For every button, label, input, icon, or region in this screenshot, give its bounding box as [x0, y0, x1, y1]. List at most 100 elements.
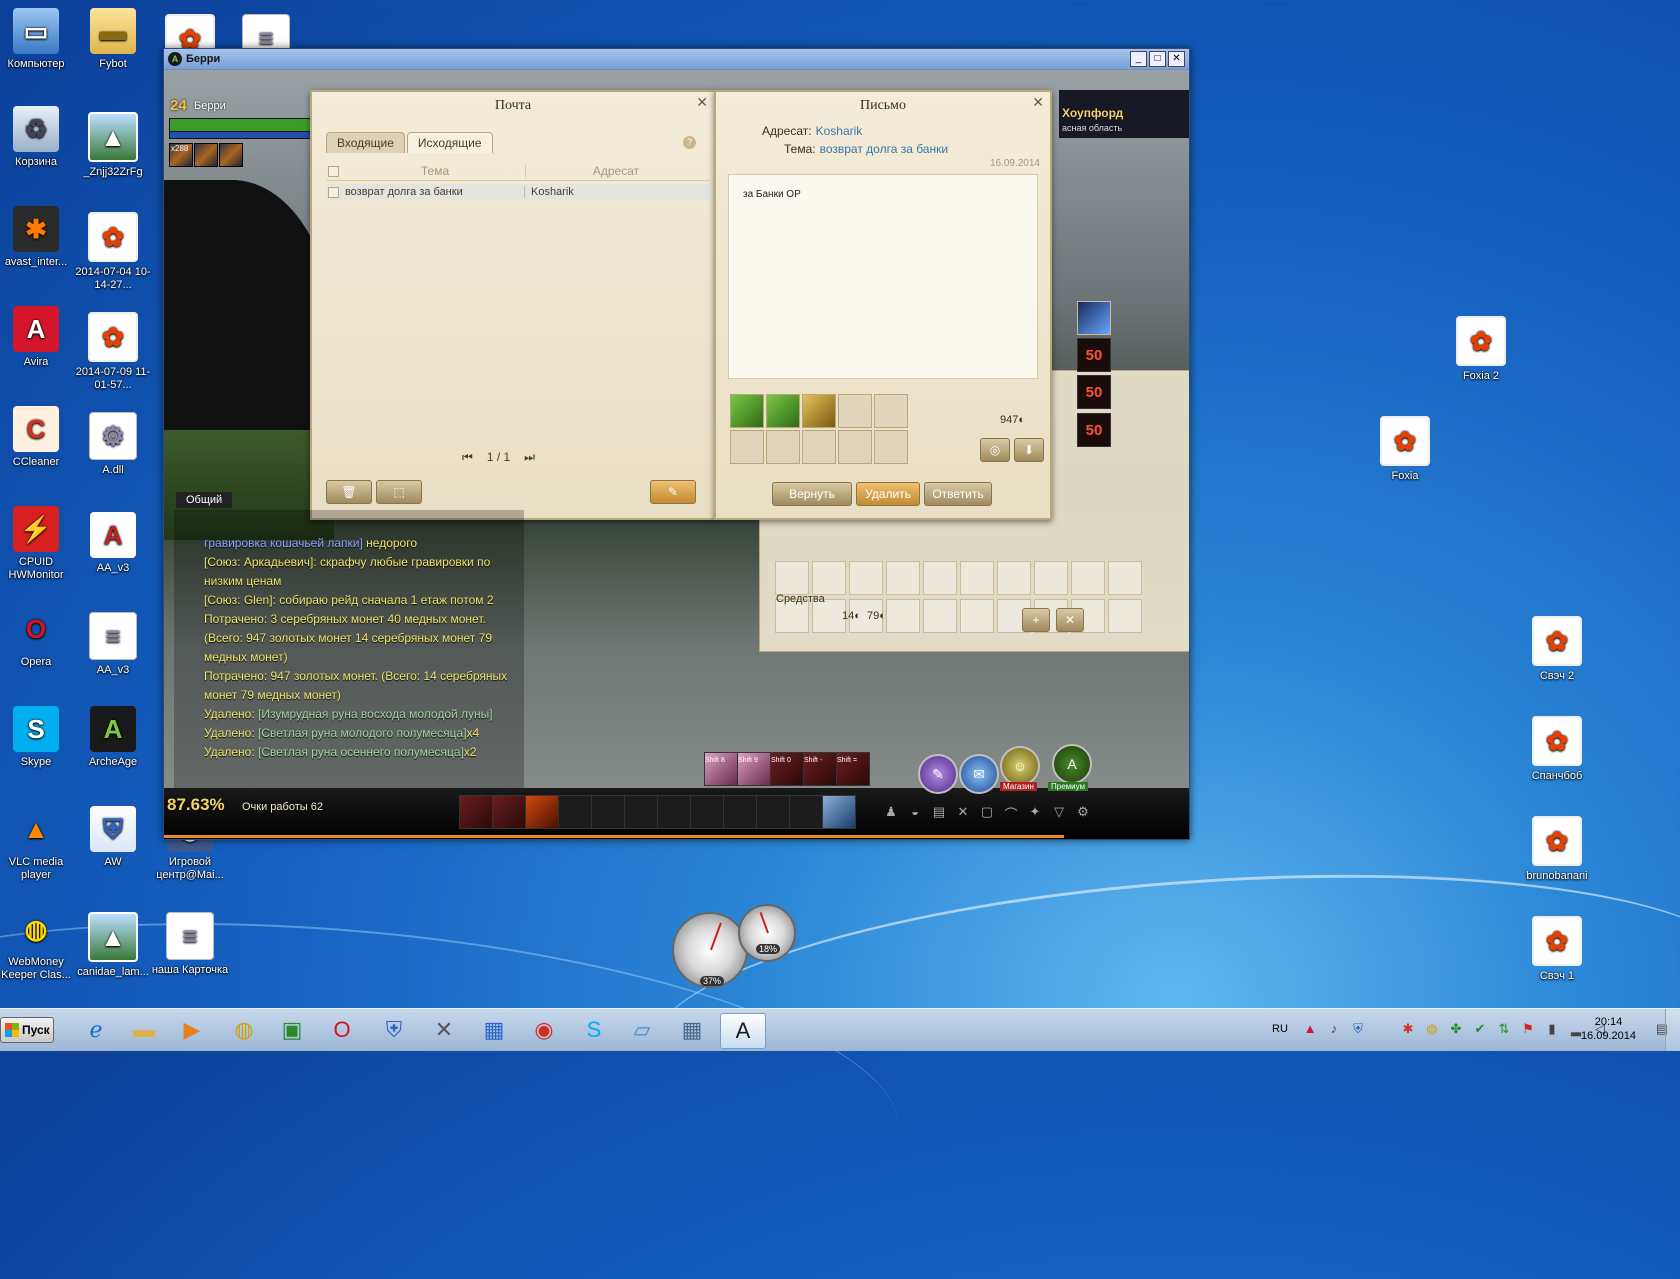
- desktop-icon-foxia[interactable]: ✿ Foxia: [1365, 416, 1445, 483]
- start-button[interactable]: Пуск: [0, 1017, 54, 1043]
- attachment-slot[interactable]: [730, 394, 764, 428]
- hotbar-slot[interactable]: [690, 795, 724, 829]
- delete-button[interactable]: Удалить: [856, 482, 920, 506]
- inventory-slot[interactable]: [886, 561, 920, 595]
- hotbar-slot[interactable]: [558, 795, 592, 829]
- desktop-icon-aw[interactable]: ⛨ AW: [73, 806, 153, 869]
- desktop-icon-cpuid[interactable]: ⚡ CPUID HWMonitor: [0, 506, 76, 582]
- chat-item-link[interactable]: [Светлая руна молодого полумесяца]: [258, 726, 467, 740]
- chat-tab-general[interactable]: Общий: [176, 492, 233, 508]
- hotbar-slot[interactable]: [756, 795, 790, 829]
- skype-icon[interactable]: S: [572, 1013, 616, 1047]
- inventory-slot[interactable]: [960, 599, 994, 633]
- desktop-icon-a-dll[interactable]: ⚙ A.dll: [73, 412, 153, 477]
- hotbar-slot[interactable]: [525, 795, 559, 829]
- add-button[interactable]: +: [1022, 608, 1050, 632]
- desktop-icon-foxia-2[interactable]: ✿ Foxia 2: [1441, 316, 1521, 383]
- inventory-slot[interactable]: [1071, 561, 1105, 595]
- inventory-slot[interactable]: [886, 599, 920, 633]
- tab-outbox[interactable]: Исходящие: [406, 132, 493, 153]
- letter-panel[interactable]: Письмо ✕ Адресат: Kosharik Тема: возврат д…: [714, 90, 1052, 520]
- mail-icon[interactable]: ✉: [959, 754, 999, 794]
- inventory-slot[interactable]: [1108, 599, 1142, 633]
- maximize-button[interactable]: □: [1149, 51, 1166, 67]
- mail-panel[interactable]: Почта ✕ Входящие Исходящие ? Тема Адреса…: [310, 90, 716, 520]
- feather-icon[interactable]: ✎: [918, 754, 958, 794]
- hotbar-slot[interactable]: [723, 795, 757, 829]
- game-window[interactable]: A Берри _ □ ✕ Хоупфорд асная область 24 …: [163, 48, 1190, 840]
- buff-icon[interactable]: [219, 143, 243, 167]
- hotbar-slot[interactable]: Shift 8: [704, 752, 738, 786]
- compose-mail-button[interactable]: ✎: [650, 480, 696, 504]
- inventory-slot[interactable]: [923, 599, 957, 633]
- craft-icon[interactable]: ⌒: [1002, 804, 1020, 822]
- desktop-icon-opera[interactable]: O Opera: [0, 606, 76, 669]
- close-icon[interactable]: ✕: [1032, 94, 1044, 111]
- webmoney-icon[interactable]: ◍: [222, 1013, 266, 1047]
- chat-log[interactable]: гравировка кошачьей лапки] недорого [Союз…: [204, 534, 524, 762]
- desktop-icon-aa-v3[interactable]: A AA_v3: [73, 512, 153, 575]
- inventory-slot[interactable]: [849, 561, 883, 595]
- first-page-icon[interactable]: ⏮: [462, 450, 473, 465]
- desktop-icon-recycle-bin[interactable]: ♻ Корзина: [0, 106, 76, 169]
- desktop-icon-screenshot-2[interactable]: ✿ 2014-07-09 11-01-57...: [73, 312, 153, 392]
- column-subject[interactable]: Тема: [345, 164, 525, 178]
- flag-tray-icon[interactable]: ⚑: [1520, 1021, 1536, 1037]
- shop-label[interactable]: Магазин: [1000, 782, 1037, 791]
- inventory-slot[interactable]: [1034, 561, 1068, 595]
- network-tray-icon[interactable]: ⇅: [1496, 1021, 1512, 1037]
- window-titlebar[interactable]: A Берри: [164, 49, 1189, 69]
- check-icon[interactable]: ✔: [1472, 1021, 1488, 1037]
- tools-button[interactable]: ✕: [1056, 608, 1084, 632]
- attachment-slot[interactable]: [766, 394, 800, 428]
- shield-tray-icon[interactable]: ⛨: [1350, 1021, 1366, 1037]
- tools-icon[interactable]: ✕: [422, 1013, 466, 1047]
- minimize-button[interactable]: _: [1130, 51, 1147, 67]
- shop-icon[interactable]: ☺: [1000, 746, 1040, 786]
- cpuid-icon[interactable]: ▣: [270, 1013, 314, 1047]
- language-indicator[interactable]: RU: [1272, 1023, 1288, 1035]
- hotbar-slot[interactable]: Shift 9: [737, 752, 771, 786]
- last-page-icon[interactable]: ⏭: [524, 450, 535, 465]
- hotbar-slot[interactable]: Shift =: [836, 752, 870, 786]
- row-checkbox[interactable]: [328, 186, 339, 198]
- inventory-slot[interactable]: [960, 561, 994, 595]
- desktop-icon-ccleaner[interactable]: C CCleaner: [0, 406, 76, 469]
- hotbar-slot[interactable]: Shift 0: [770, 752, 804, 786]
- desktop-icon-nasha-kartochka[interactable]: ≡ наша Карточка: [150, 912, 230, 977]
- select-all-checkbox[interactable]: [328, 165, 339, 177]
- column-recipient[interactable]: Адресат: [525, 164, 706, 178]
- buff-icon[interactable]: [194, 143, 218, 167]
- chat-item-link[interactable]: [Светлая руна осеннего полумесяца]: [258, 745, 464, 759]
- buff-icon[interactable]: x288: [169, 143, 193, 167]
- desktop-icon-znjj[interactable]: ▲ _Znjj32ZrFg: [73, 112, 153, 179]
- attachment-slot[interactable]: [730, 430, 764, 464]
- attachment-slot[interactable]: [874, 430, 908, 464]
- quest-icon[interactable]: ▤: [930, 804, 948, 822]
- menu-icon[interactable]: ⚙: [1074, 804, 1092, 822]
- inventory-slot[interactable]: [812, 561, 846, 595]
- opera-icon[interactable]: O: [320, 1013, 364, 1047]
- show-desktop-button[interactable]: [1665, 1009, 1680, 1051]
- close-button[interactable]: ✕: [1168, 51, 1185, 67]
- tab-inbox[interactable]: Входящие: [326, 132, 405, 153]
- skills-icon[interactable]: ✕: [954, 804, 972, 822]
- inventory-slot[interactable]: [1108, 561, 1142, 595]
- desktop-icon-skype[interactable]: S Skype: [0, 706, 76, 769]
- delete-mail-button[interactable]: 🗑: [326, 480, 372, 504]
- desktop-icon-svech-2[interactable]: ✿ Свэч 2: [1517, 616, 1597, 683]
- close-icon[interactable]: ✕: [696, 94, 708, 111]
- desktop-icon-canidae[interactable]: ▲ canidae_lam...: [73, 912, 153, 979]
- help-icon[interactable]: ?: [683, 136, 696, 149]
- hotbar-slot-book[interactable]: [822, 795, 856, 829]
- desktop-icon-vlc[interactable]: ▲ VLC media player: [0, 806, 76, 882]
- premium-icon[interactable]: A: [1052, 744, 1092, 784]
- inventory-slot[interactable]: [1077, 301, 1111, 335]
- volume-icon[interactable]: ♪: [1326, 1021, 1342, 1037]
- reply-button[interactable]: Ответить: [924, 482, 992, 506]
- media-player-icon[interactable]: ▶: [170, 1013, 214, 1047]
- desktop-icon-avast[interactable]: ✱ avast_inter...: [0, 206, 76, 269]
- desktop-icon-avira[interactable]: A Avira: [0, 306, 76, 369]
- webmoney-tray-icon[interactable]: ◍: [1424, 1021, 1440, 1037]
- inventory-slot-potion[interactable]: 50: [1077, 413, 1111, 447]
